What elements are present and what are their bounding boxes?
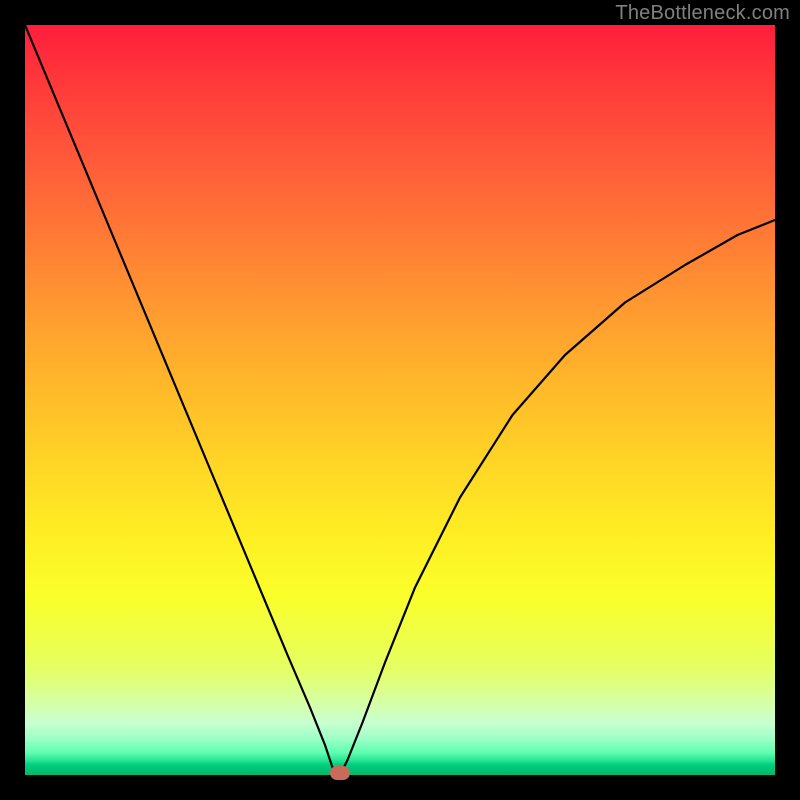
optimum-marker — [330, 766, 350, 780]
watermark-text: TheBottleneck.com — [615, 2, 790, 25]
plot-area — [25, 25, 775, 775]
chart-frame: TheBottleneck.com — [0, 0, 800, 800]
bottleneck-curve — [25, 25, 775, 775]
